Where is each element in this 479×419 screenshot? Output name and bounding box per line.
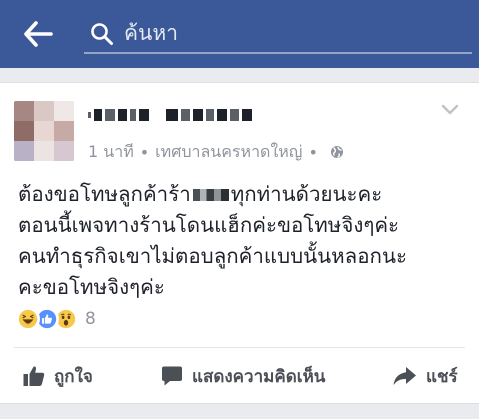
top-bar	[0, 0, 479, 68]
author-name-redacted[interactable]	[88, 105, 255, 125]
post-card: 1 นาที • เทศบาลนครหาดใหญ่ • ต้องขอโทษลูก…	[0, 82, 479, 404]
post-text-line: ตอนนี้เพจทางร้านโดนแฮ็กค่ะขอโทษจิงๆค่ะ	[18, 213, 400, 237]
post-time[interactable]: 1 นาที	[88, 140, 134, 165]
like-label: ถูกใจ	[54, 366, 93, 387]
search-bar[interactable]	[84, 10, 472, 54]
divider	[14, 347, 465, 348]
post-location[interactable]: เทศบาลนครหาดใหญ่	[155, 140, 302, 165]
post-text-line: ต้องขอโทษลูกค้าร้า ทุกท่านด้วยนะคะ	[18, 182, 383, 206]
comment-label: แสดงความคิดเห็น	[192, 366, 326, 387]
post-meta: 1 นาที • เทศบาลนครหาดใหญ่ •	[88, 141, 344, 163]
comment-icon	[162, 366, 182, 386]
post-text-line: คะขอโทษจิงๆค่ะ	[18, 275, 165, 299]
chevron-down-icon[interactable]	[440, 103, 460, 117]
haha-icon	[16, 307, 40, 331]
share-label: แชร์	[426, 366, 458, 387]
thumbs-up-icon	[23, 366, 45, 386]
action-bar: ถูกใจ แสดงความคิดเห็น แชร์	[0, 355, 479, 397]
search-icon	[91, 23, 113, 45]
arrow-left-icon	[24, 21, 53, 47]
comment-button[interactable]: แสดงความคิดเห็น	[160, 355, 325, 397]
share-button[interactable]: แชร์	[392, 355, 458, 397]
like-button[interactable]: ถูกใจ	[22, 355, 93, 397]
meta-separator: •	[139, 142, 150, 162]
redacted-name-block	[192, 189, 229, 201]
back-button[interactable]	[18, 16, 58, 52]
next-post-gap	[0, 405, 479, 419]
reaction-count: 8	[85, 309, 96, 329]
globe-icon[interactable]	[330, 145, 344, 159]
avatar[interactable]	[14, 101, 74, 161]
search-input[interactable]	[124, 16, 454, 50]
share-arrow-icon	[393, 367, 416, 385]
post-text-line: คนทำธุรกิจเขาไม่ตอบลูกค้าแบบนั้นหลอกนะ	[18, 244, 407, 268]
post-text: ต้องขอโทษลูกค้าร้า ทุกท่านด้วยนะคะ ตอนนี้…	[18, 179, 468, 303]
reactions-summary[interactable]: 8	[16, 306, 96, 332]
meta-separator-2: •	[308, 142, 318, 162]
